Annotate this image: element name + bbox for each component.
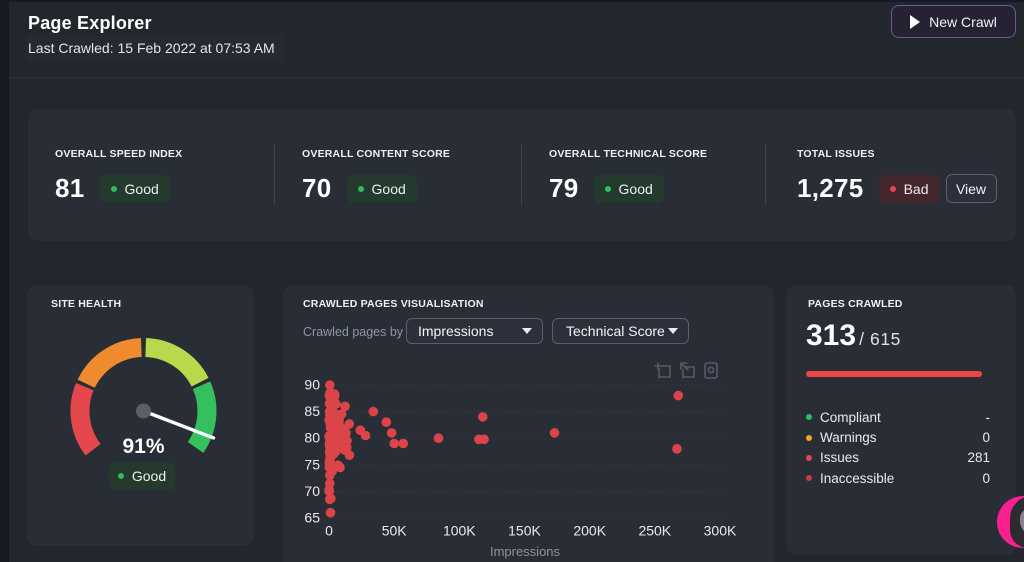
svg-text:90: 90 xyxy=(304,377,320,393)
svg-text:300K: 300K xyxy=(704,523,737,539)
svg-text:100K: 100K xyxy=(443,523,476,539)
svg-text:250K: 250K xyxy=(638,523,671,539)
svg-text:0: 0 xyxy=(325,523,333,539)
svg-text:Impressions: Impressions xyxy=(490,544,561,559)
svg-text:200K: 200K xyxy=(573,523,606,539)
svg-text:65: 65 xyxy=(304,510,320,526)
svg-text:75: 75 xyxy=(304,456,320,472)
svg-text:85: 85 xyxy=(304,403,320,419)
svg-text:50K: 50K xyxy=(382,523,408,539)
svg-text:80: 80 xyxy=(304,430,320,446)
svg-text:150K: 150K xyxy=(508,523,541,539)
svg-text:70: 70 xyxy=(304,483,320,499)
